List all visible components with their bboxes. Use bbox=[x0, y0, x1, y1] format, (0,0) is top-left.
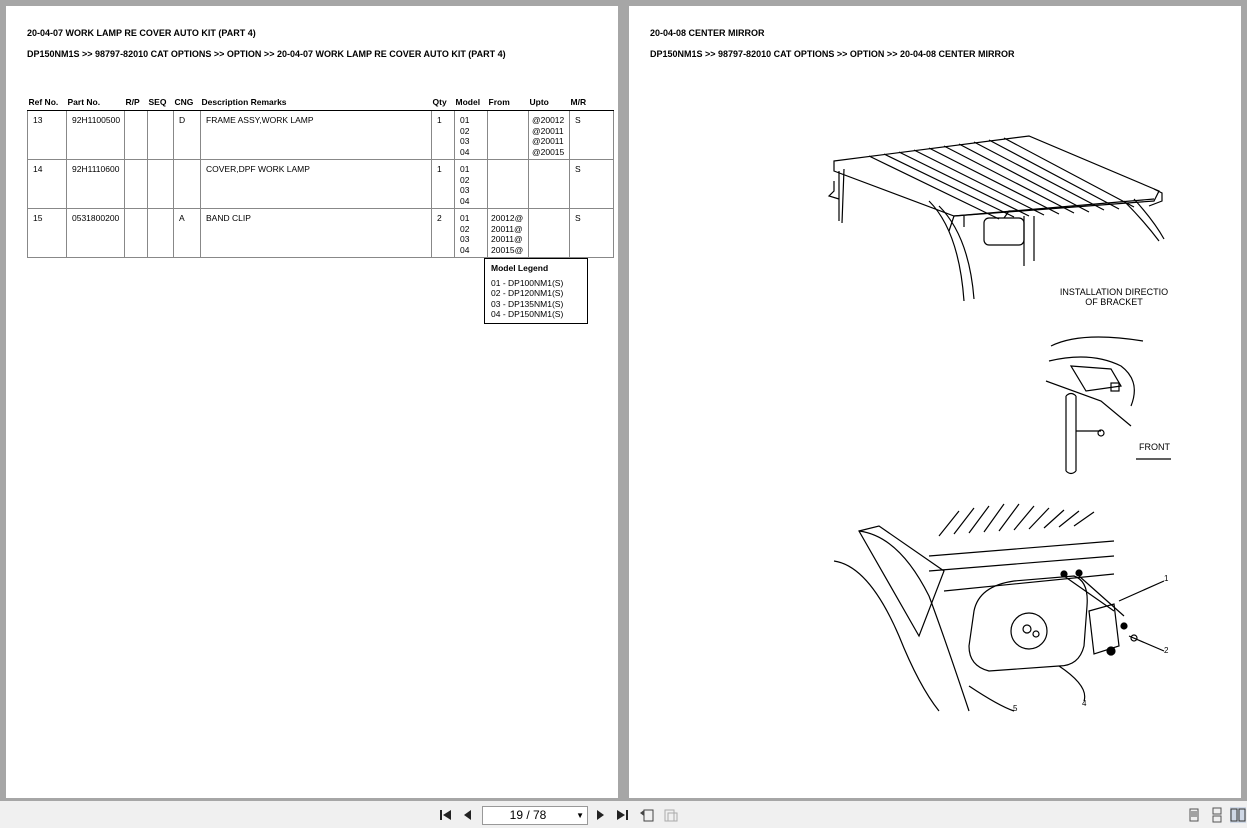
column-header: Qty bbox=[431, 92, 455, 111]
column-header: R/P bbox=[124, 92, 148, 111]
installation-caption: INSTALLATION DIRECTIO OF BRACKET bbox=[1054, 287, 1174, 307]
column-header: Description Remarks bbox=[200, 92, 432, 111]
breadcrumb: DP150NM1S >> 98797-82010 CAT OPTIONS >> … bbox=[27, 49, 506, 59]
cell-from: 20012@ 20011@ 20011@ 20015@ bbox=[487, 208, 529, 258]
parts-table: Ref No. Part No. R/P SEQ CNG Description… bbox=[27, 92, 614, 258]
column-header: SEQ bbox=[147, 92, 174, 111]
page-title: 20-04-08 CENTER MIRROR bbox=[650, 28, 765, 38]
cell-ref: 14 bbox=[27, 159, 67, 209]
breadcrumb: DP150NM1S >> 98797-82010 CAT OPTIONS >> … bbox=[650, 49, 1015, 59]
cell-qty: 2 bbox=[431, 208, 455, 258]
page-indicator: 19 / 78 bbox=[509, 808, 547, 822]
cell-mr: S bbox=[569, 208, 614, 258]
table-row: 15 0531800200 A BAND CLIP 2 01 02 03 04 … bbox=[27, 208, 614, 258]
cell-cng: D bbox=[173, 110, 201, 160]
cell-qty: 1 bbox=[431, 159, 455, 209]
front-label: FRONT bbox=[1139, 442, 1170, 452]
column-header: CNG bbox=[173, 92, 201, 111]
last-page-icon[interactable] bbox=[614, 807, 630, 823]
table-row: 13 92H1100500 D FRAME ASSY,WORK LAMP 1 0… bbox=[27, 110, 614, 160]
cell-rp bbox=[124, 159, 148, 209]
cell-description: COVER,DPF WORK LAMP bbox=[200, 159, 432, 209]
table-header-row: Ref No. Part No. R/P SEQ CNG Description… bbox=[27, 92, 614, 111]
cell-ref: 13 bbox=[27, 110, 67, 160]
model-legend: Model Legend 01 - DP100NM1(S) 02 - DP120… bbox=[484, 258, 588, 324]
cell-upto: @20012 @20011 @20011 @20015 bbox=[528, 110, 570, 160]
cell-rp bbox=[124, 110, 148, 160]
caption-line: OF BRACKET bbox=[1085, 297, 1143, 307]
callout-1: 1 bbox=[1164, 574, 1169, 583]
cell-model: 01 02 03 04 bbox=[454, 159, 488, 209]
caption-line: INSTALLATION DIRECTIO bbox=[1059, 287, 1169, 297]
column-header: Ref No. bbox=[27, 92, 67, 111]
cell-part-no: 92H1100500 bbox=[66, 110, 125, 160]
cab-roof-illustration bbox=[827, 135, 1165, 302]
single-page-view-icon[interactable] bbox=[1186, 807, 1202, 823]
cell-seq bbox=[147, 110, 174, 160]
left-page: 20-04-07 WORK LAMP RE COVER AUTO KIT (PA… bbox=[6, 6, 618, 798]
cell-description: BAND CLIP bbox=[200, 208, 432, 258]
column-header: Upto bbox=[528, 92, 570, 111]
cell-from bbox=[487, 159, 529, 209]
cell-qty: 1 bbox=[431, 110, 455, 160]
cell-cng: A bbox=[173, 208, 201, 258]
cell-mr: S bbox=[569, 110, 614, 160]
bracket-detail-illustration bbox=[1045, 336, 1171, 475]
next-view-icon[interactable] bbox=[663, 807, 679, 823]
cell-cng bbox=[173, 159, 201, 209]
callout-4: 4 bbox=[1082, 699, 1087, 708]
page-number-select[interactable]: 19 / 78 ▼ bbox=[482, 806, 588, 825]
legend-item: 01 - DP100NM1(S) bbox=[491, 277, 564, 288]
cell-upto bbox=[528, 208, 570, 258]
viewer-toolbar: 19 / 78 ▼ bbox=[0, 801, 1247, 828]
callout-2: 2 bbox=[1164, 646, 1169, 655]
cell-mr: S bbox=[569, 159, 614, 209]
mirror-exploded-illustration bbox=[833, 503, 1165, 712]
cell-seq bbox=[147, 159, 174, 209]
first-page-icon[interactable] bbox=[438, 807, 454, 823]
cell-description: FRAME ASSY,WORK LAMP bbox=[200, 110, 432, 160]
chevron-down-icon: ▼ bbox=[576, 811, 584, 820]
cell-part-no: 0531800200 bbox=[66, 208, 125, 258]
page-title: 20-04-07 WORK LAMP RE COVER AUTO KIT (PA… bbox=[27, 28, 256, 38]
continuous-view-icon[interactable] bbox=[1209, 807, 1225, 823]
legend-item: 03 - DP135NM1(S) bbox=[491, 298, 564, 309]
cell-model: 01 02 03 04 bbox=[454, 110, 488, 160]
prev-page-icon[interactable] bbox=[460, 807, 476, 823]
cell-from bbox=[487, 110, 529, 160]
legend-item: 02 - DP120NM1(S) bbox=[491, 288, 564, 298]
column-header: Part No. bbox=[66, 92, 125, 111]
table-row: 14 92H1110600 COVER,DPF WORK LAMP 1 01 0… bbox=[27, 159, 614, 209]
column-header: Model bbox=[454, 92, 488, 111]
cell-part-no: 92H1110600 bbox=[66, 159, 125, 209]
legend-title: Model Legend bbox=[491, 263, 549, 273]
right-page: 20-04-08 CENTER MIRROR DP150NM1S >> 9879… bbox=[629, 6, 1241, 798]
two-page-view-icon[interactable] bbox=[1230, 807, 1246, 823]
column-header: M/R bbox=[569, 92, 614, 111]
cell-model: 01 02 03 04 bbox=[454, 208, 488, 258]
callout-5: 5 bbox=[1013, 704, 1018, 713]
next-page-icon[interactable] bbox=[592, 807, 608, 823]
cell-rp bbox=[124, 208, 148, 258]
cell-upto bbox=[528, 159, 570, 209]
legend-item: 04 - DP150NM1(S) bbox=[491, 309, 564, 319]
previous-view-icon[interactable] bbox=[639, 807, 655, 823]
cell-seq bbox=[147, 208, 174, 258]
cell-ref: 15 bbox=[27, 208, 67, 258]
column-header: From bbox=[487, 92, 529, 111]
